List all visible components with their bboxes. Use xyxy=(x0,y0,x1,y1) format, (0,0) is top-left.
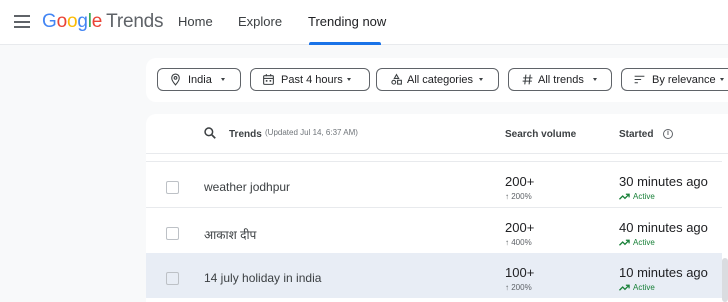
info-icon[interactable]: i xyxy=(663,129,673,139)
status-text: Active xyxy=(633,192,655,201)
logo-letter: G xyxy=(42,11,57,32)
logo-trends-text: Trends xyxy=(106,11,164,32)
logo-letter: o xyxy=(66,11,78,32)
trending-up-icon xyxy=(619,239,630,246)
geo-filter-chip[interactable]: India xyxy=(157,68,241,91)
volume-change-value: 400% xyxy=(511,238,532,247)
table-header: Trends (Updated Jul 14, 6:37 AM) Search … xyxy=(146,114,728,154)
table-row[interactable]: आकाश दीप 200+ ↑ 400% 40 minutes ago Acti… xyxy=(146,208,722,253)
chevron-down-icon xyxy=(347,78,351,81)
tab-home[interactable]: Home xyxy=(178,14,213,29)
status-text: Active xyxy=(633,283,655,292)
trend-term[interactable]: 14 july holiday in india xyxy=(204,271,321,285)
logo-letter: o xyxy=(56,11,68,32)
chevron-down-icon xyxy=(221,78,225,81)
trending-up-icon xyxy=(619,193,630,200)
sort-filter-label: By relevance xyxy=(652,74,716,86)
chevron-down-icon xyxy=(593,78,597,81)
sort-filter-chip[interactable]: By relevance xyxy=(621,68,728,91)
time-filter-chip[interactable]: Past 4 hours xyxy=(250,68,370,91)
categories-icon xyxy=(391,73,402,85)
hashtag-icon xyxy=(522,74,533,85)
google-trends-logo[interactable]: Google Trends xyxy=(42,11,164,33)
trend-type-filter-label: All trends xyxy=(538,74,584,86)
trending-up-icon xyxy=(619,284,630,291)
row-checkbox[interactable] xyxy=(166,181,179,194)
geo-filter-label: India xyxy=(188,74,212,86)
volume-change: ↑ 200% xyxy=(505,192,532,201)
calendar-icon xyxy=(263,74,274,85)
status-badge: Active xyxy=(619,238,655,247)
tab-trending-now[interactable]: Trending now xyxy=(308,14,386,29)
tab-explore[interactable]: Explore xyxy=(238,14,282,29)
table-row[interactable]: weather jodhpur 200+ ↑ 200% 30 minutes a… xyxy=(146,162,722,207)
trends-table: Trends (Updated Jul 14, 6:37 AM) Search … xyxy=(146,114,728,302)
started-time: 40 minutes ago xyxy=(619,220,708,235)
volume-change-value: 200% xyxy=(511,192,532,201)
scrollbar-thumb[interactable] xyxy=(722,258,728,302)
search-volume-value: 200+ xyxy=(505,220,535,235)
search-volume-value: 100+ xyxy=(505,265,535,280)
status-badge: Active xyxy=(619,283,655,292)
logo-letter: e xyxy=(91,11,103,32)
location-pin-icon xyxy=(171,73,180,86)
active-tab-indicator xyxy=(309,42,381,45)
started-column-header[interactable]: Started xyxy=(619,129,653,140)
chevron-down-icon xyxy=(479,78,483,81)
search-icon[interactable] xyxy=(203,126,217,140)
trend-term[interactable]: weather jodhpur xyxy=(204,180,290,194)
started-time: 30 minutes ago xyxy=(619,174,708,189)
trend-type-filter-chip[interactable]: All trends xyxy=(508,68,612,91)
volume-change: ↑ 200% xyxy=(505,283,532,292)
chevron-down-icon xyxy=(720,78,724,81)
row-checkbox[interactable] xyxy=(166,227,179,240)
sort-icon xyxy=(634,75,645,84)
search-volume-column-header[interactable]: Search volume xyxy=(505,129,576,140)
category-filter-label: All categories xyxy=(407,74,474,86)
status-badge: Active xyxy=(619,192,655,201)
table-row[interactable]: 14 july holiday in india 100+ ↑ 200% 10 … xyxy=(146,253,722,298)
time-filter-label: Past 4 hours xyxy=(281,74,343,86)
filter-bar: India Past 4 hours All categories All tr… xyxy=(146,58,728,102)
trend-term[interactable]: आकाश दीप xyxy=(204,226,256,243)
row-checkbox[interactable] xyxy=(166,272,179,285)
logo-letter: g xyxy=(77,11,88,32)
updated-timestamp: (Updated Jul 14, 6:37 AM) xyxy=(265,128,358,137)
top-app-bar: Google Trends Home Explore Trending now xyxy=(0,0,728,45)
trends-column-header: Trends xyxy=(229,129,262,140)
hamburger-menu-icon[interactable] xyxy=(14,15,30,28)
status-text: Active xyxy=(633,238,655,247)
search-volume-value: 200+ xyxy=(505,174,535,189)
volume-change-value: 200% xyxy=(511,283,532,292)
volume-change: ↑ 400% xyxy=(505,238,532,247)
category-filter-chip[interactable]: All categories xyxy=(376,68,499,91)
started-time: 10 minutes ago xyxy=(619,265,708,280)
